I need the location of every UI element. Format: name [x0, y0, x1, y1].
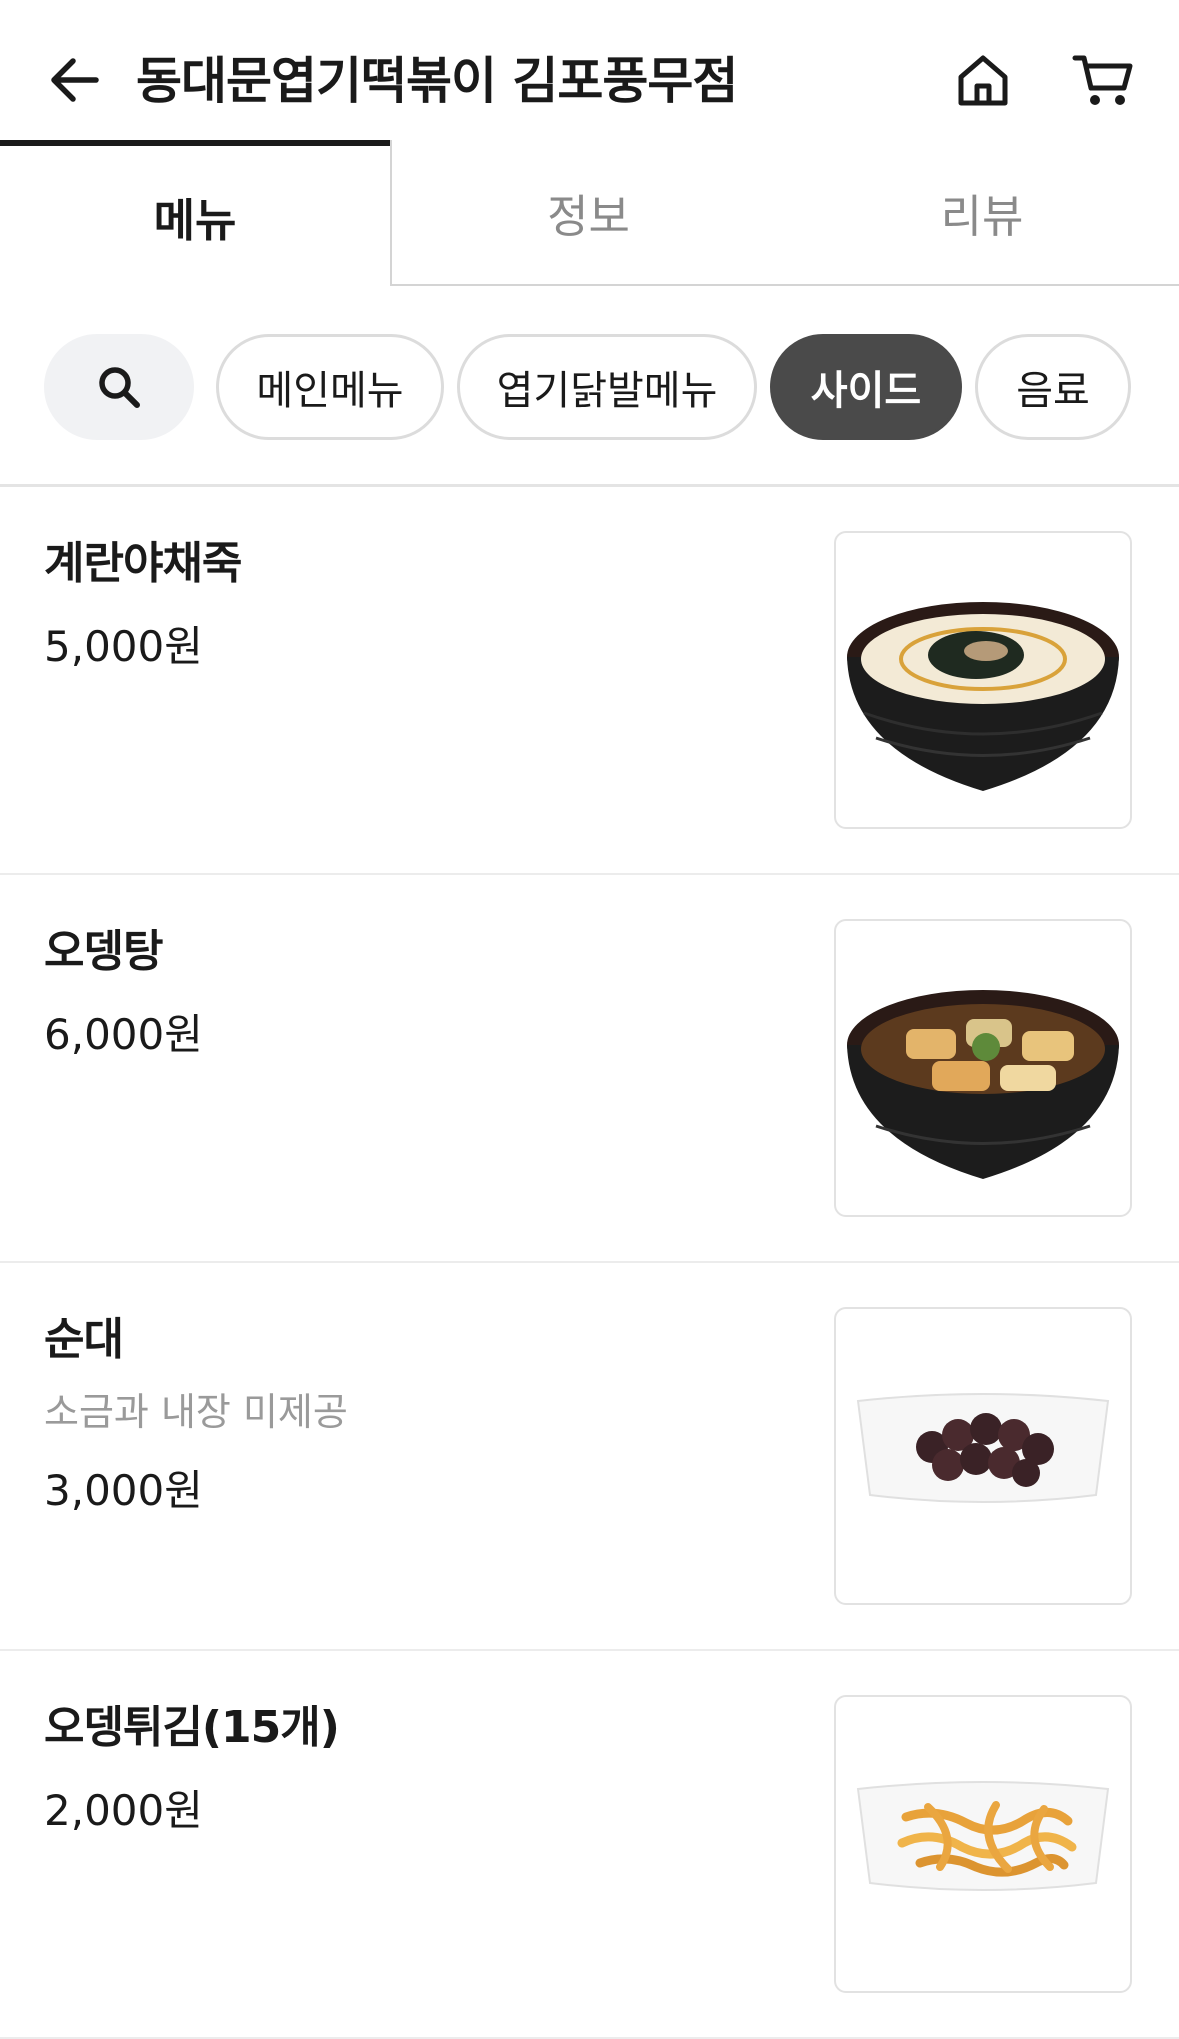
menu-item[interactable]: 계란야채죽 5,000원: [0, 487, 1179, 875]
menu-item[interactable]: 오뎅탕 6,000원: [0, 875, 1179, 1263]
fried-fishcake-plate-image: [856, 1781, 1110, 1891]
menu-item-price: 3,000원: [44, 1466, 203, 1515]
menu-item[interactable]: 오뎅튀김(15개) 2,000원: [0, 1651, 1179, 2039]
store-tabs: 메뉴 정보 리뷰: [0, 140, 1179, 288]
menu-item-image: [834, 1695, 1132, 1993]
menu-search-button[interactable]: [44, 334, 194, 440]
egg-porridge-bowl-image: [847, 602, 1119, 791]
back-button[interactable]: [40, 44, 108, 116]
category-chip-main[interactable]: 메인메뉴: [216, 334, 444, 440]
fishcake-soup-bowl-image: [847, 990, 1119, 1179]
store-title: 동대문엽기떡볶이 김포풍무점: [136, 52, 738, 110]
menu-item-name: 오뎅튀김(15개): [44, 1702, 340, 1753]
home-icon: [958, 55, 1008, 106]
top-app-bar: 동대문엽기떡볶이 김포풍무점: [0, 0, 1179, 140]
category-chip-side[interactable]: 사이드: [770, 334, 962, 440]
menu-item-price: 6,000원: [44, 1010, 203, 1059]
cart-button[interactable]: [1066, 46, 1140, 116]
arrow-left-icon: [51, 58, 99, 102]
search-icon: [99, 367, 140, 408]
menu-item-name: 순대: [44, 1314, 124, 1365]
menu-item-image: [834, 531, 1132, 829]
menu-item[interactable]: 순대 소금과 내장 미제공 3,000원: [0, 1263, 1179, 1651]
menu-item-description: 소금과 내장 미제공: [44, 1390, 348, 1434]
sundae-plate-image: [856, 1393, 1110, 1503]
tab-menu[interactable]: 메뉴: [0, 140, 390, 286]
tab-review[interactable]: 리뷰: [785, 140, 1179, 286]
tab-info[interactable]: 정보: [390, 140, 785, 286]
home-button[interactable]: [948, 46, 1018, 116]
category-chip-chicken-feet[interactable]: 엽기닭발메뉴: [457, 334, 757, 440]
menu-item-price: 2,000원: [44, 1786, 203, 1835]
category-chips: 메인메뉴 엽기닭발메뉴 사이드 음료: [0, 334, 1179, 444]
menu-item-image: [834, 919, 1132, 1217]
category-chip-drinks[interactable]: 음료: [975, 334, 1131, 440]
menu-item-image: [834, 1307, 1132, 1605]
menu-item-name: 계란야채죽: [44, 538, 242, 589]
cart-icon: [1072, 55, 1133, 105]
menu-item-price: 5,000원: [44, 622, 203, 671]
menu-item-name: 오뎅탕: [44, 926, 163, 977]
